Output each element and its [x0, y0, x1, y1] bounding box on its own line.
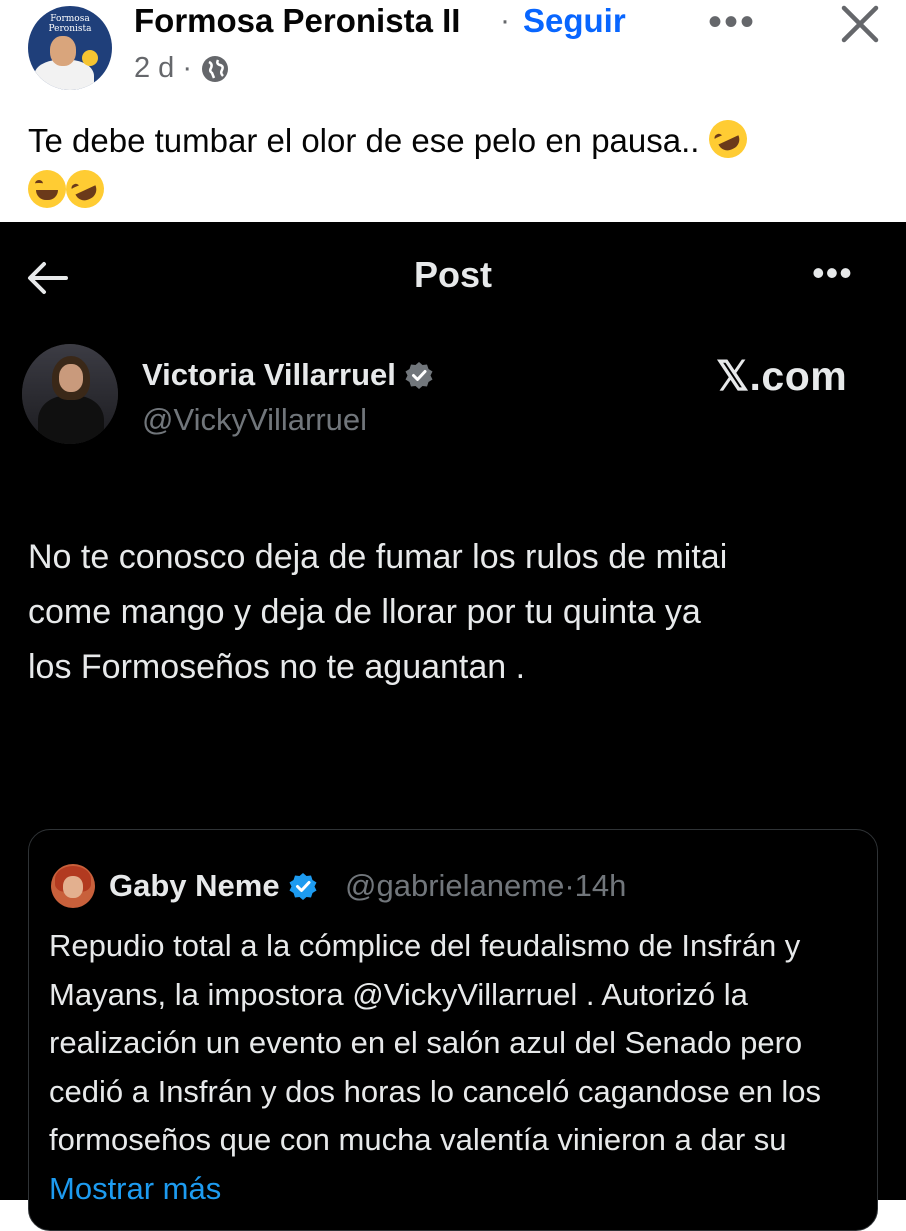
rolling-on-floor-laughing-emoji-icon — [59, 163, 111, 215]
more-options-icon[interactable]: ••• — [708, 0, 756, 45]
follow-button[interactable]: Seguir — [523, 2, 626, 40]
avatar-face — [59, 364, 83, 392]
x-author-name: Victoria Villarruel — [142, 357, 434, 393]
quoted-author-name: Gaby Neme — [109, 868, 318, 904]
close-icon[interactable] — [838, 2, 882, 46]
x-post-text: No te conosco deja de fumar los rulos de… — [28, 538, 728, 686]
post-caption: Te debe tumbar el olor de ese pelo en pa… — [28, 113, 878, 216]
rolling-on-floor-laughing-emoji-icon — [702, 113, 753, 165]
post-time[interactable]: 2 d — [134, 52, 174, 85]
face-with-tears-of-joy-emoji-icon — [28, 170, 66, 208]
quoted-post-card: Gaby Neme @gabrielaneme·14h Repudio tota… — [28, 829, 878, 1231]
post-meta: 2 d · — [134, 52, 230, 85]
avatar-mini-badge — [82, 50, 98, 66]
x-author-name-text: Victoria Villarruel — [142, 357, 396, 392]
quoted-author-name-text: Gaby Neme — [109, 868, 280, 903]
quoted-post-text: Repudio total a la cómplice del feudalis… — [49, 922, 869, 1213]
meta-separator: · — [182, 52, 192, 84]
x-header-title: Post — [413, 254, 492, 295]
verified-badge-icon — [288, 871, 318, 901]
quoted-handle-time: @gabrielaneme·14h — [345, 868, 627, 903]
globe-icon — [200, 54, 230, 84]
x-author-avatar — [22, 344, 118, 444]
quoted-text-body: Repudio total a la cómplice del feudalis… — [49, 928, 822, 1157]
page-avatar[interactable]: Formosa Peronista — [28, 6, 112, 90]
x-post-screenshot[interactable]: Post ••• Victoria Villarruel @VickyVilla… — [0, 222, 906, 1231]
avatar-body — [38, 396, 104, 444]
facebook-post-header: Formosa Peronista Formosa Peronista II ·… — [0, 0, 906, 220]
show-more-link: Mostrar más — [49, 1170, 222, 1206]
separator-dot: · — [500, 4, 510, 37]
avatar-face — [50, 36, 76, 66]
page-name[interactable]: Formosa Peronista II — [134, 2, 460, 40]
x-more-icon: ••• — [812, 252, 853, 293]
avatar-face — [63, 876, 83, 898]
caption-text: Te debe tumbar el olor de ese pelo en pa… — [28, 122, 700, 159]
x-author-handle: @VickyVillarruel — [142, 402, 368, 437]
avatar-badge-text: Formosa Peronista — [48, 14, 92, 34]
verified-badge-icon — [404, 360, 434, 390]
quoted-author-avatar — [51, 864, 95, 908]
x-logo-watermark: 𝕏.com — [716, 353, 848, 399]
